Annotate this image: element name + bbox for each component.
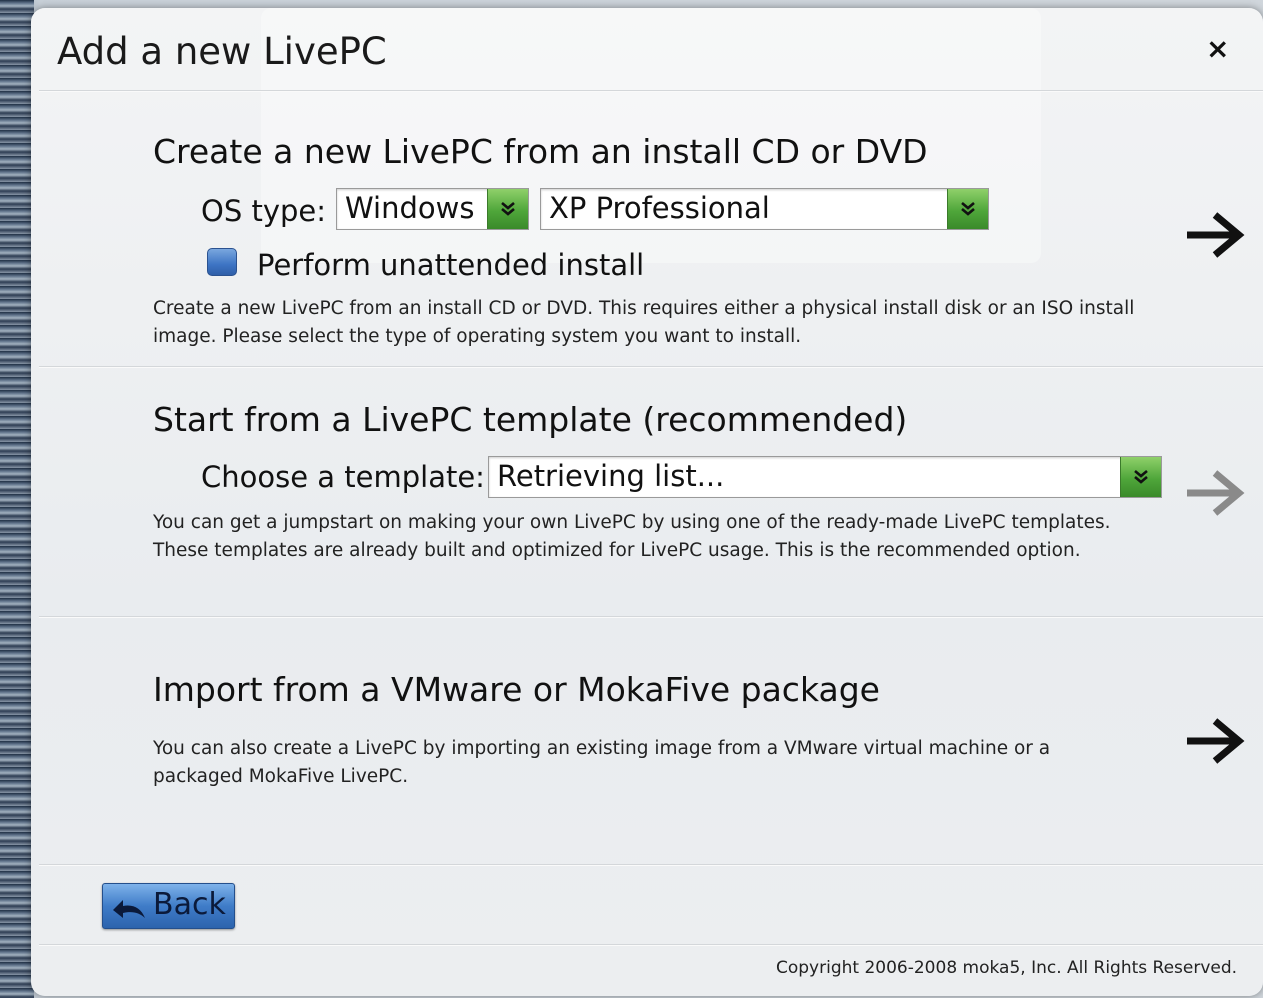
copyright-text: Copyright 2006-2008 moka5, Inc. All Righ… [776,958,1238,978]
template-select[interactable]: Retrieving list... [488,456,1162,498]
add-livepc-dialog: Add a new LivePC × Create a new LivePC f… [31,8,1263,996]
back-button-label: Back [153,887,226,922]
back-arrow-icon [113,900,145,918]
os-type-label: OS type: [201,194,327,228]
import-section-description: You can also create a LivePC by importin… [153,738,1051,787]
arrow-right-icon[interactable] [1185,468,1247,518]
divider [39,366,1263,368]
chevron-down-icon[interactable] [1120,457,1161,497]
divider [39,944,1263,946]
import-section-heading: Import from a VMware or MokaFive package [153,670,880,709]
desktop-background [0,0,34,998]
choose-template-label: Choose a template: [201,460,485,494]
os-version-value: XP Professional [549,191,770,225]
os-version-select[interactable]: XP Professional [540,188,989,230]
template-section-heading: Start from a LivePC template (recommende… [153,400,908,439]
close-icon[interactable]: × [1206,32,1229,65]
template-section-description: You can get a jumpstart on making your o… [153,512,1111,561]
unattended-install-checkbox[interactable] [207,248,237,276]
arrow-right-icon[interactable] [1185,716,1247,766]
template-select-value: Retrieving list... [497,459,725,493]
divider [39,864,1263,866]
back-button[interactable]: Back [102,883,235,929]
divider [39,616,1263,618]
chevron-down-icon[interactable] [947,189,988,229]
dialog-title: Add a new LivePC [57,30,387,73]
divider [39,90,1263,92]
chevron-down-icon[interactable] [487,189,528,229]
unattended-install-label[interactable]: Perform unattended install [257,248,644,282]
install-section-heading: Create a new LivePC from an install CD o… [153,132,928,171]
os-family-select[interactable]: Windows [336,188,529,230]
arrow-right-icon[interactable] [1185,210,1247,260]
os-family-value: Windows [345,191,475,225]
install-section-description: Create a new LivePC from an install CD o… [153,298,1135,347]
